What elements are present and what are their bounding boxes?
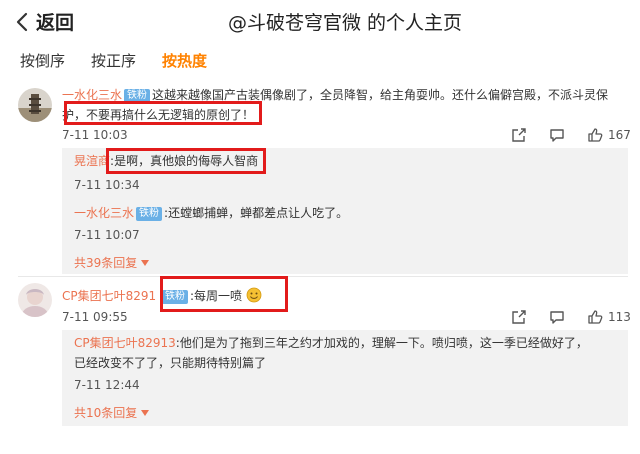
- comment-author[interactable]: 一水化三水: [62, 88, 122, 102]
- reply-line: CP集团七叶82913:他们是为了拖到三年之约才加戏的，理解一下。喷归喷，这一季…: [74, 336, 588, 350]
- page-title: @斗破苍穹官微 的个人主页: [228, 12, 463, 34]
- more-replies-link[interactable]: 共10条回复: [74, 404, 150, 421]
- comment-icon: [550, 311, 564, 324]
- fan-badge: 铁粉: [136, 207, 163, 221]
- share-button[interactable]: [511, 309, 527, 325]
- reply-author[interactable]: CP集团七叶82913: [74, 336, 176, 350]
- reply-time: 7-11 12:44: [74, 378, 140, 392]
- comment-time: 7-11 10:03: [62, 128, 128, 142]
- comment-author[interactable]: CP集团七叶8291: [62, 289, 156, 303]
- top-bar: 返回 @斗破苍穹官微 的个人主页: [0, 0, 640, 40]
- avatar-image: [18, 88, 52, 122]
- highlight-box: [106, 148, 266, 174]
- avatar[interactable]: [18, 283, 52, 317]
- thumbs-up-icon: [588, 310, 603, 324]
- comment-actions: 113: [511, 309, 631, 325]
- reply-text: 他们是为了拖到三年之约才加戏的，理解一下。喷归喷，这一季已经做好了，: [179, 336, 588, 350]
- like-count: 167: [608, 128, 631, 142]
- share-button[interactable]: [511, 127, 527, 143]
- comment-button[interactable]: [549, 309, 565, 325]
- comment-actions: 167: [511, 127, 631, 143]
- reply-time: 7-11 10:34: [74, 178, 140, 192]
- avatar[interactable]: [18, 88, 52, 122]
- more-replies-link[interactable]: 共39条回复: [74, 254, 150, 271]
- sort-tabs: 按倒序 按正序 按热度: [20, 50, 207, 71]
- reply-line: 一水化三水 铁粉:还螳螂捕蝉，蝉都差点让人吃了。: [74, 206, 349, 221]
- comment-time: 7-11 09:55: [62, 310, 128, 324]
- reply-line: 已经改变不了了，只能期待特别篇了: [74, 354, 266, 372]
- like-button[interactable]: 167: [587, 127, 631, 143]
- caret-down-icon: [141, 410, 150, 416]
- reply-author[interactable]: 一水化三水: [74, 206, 134, 220]
- share-icon: [512, 128, 526, 142]
- comment-button[interactable]: [549, 127, 565, 143]
- sort-tab-asc[interactable]: 按正序: [91, 50, 136, 71]
- back-label: 返回: [36, 12, 75, 34]
- caret-down-icon: [141, 260, 150, 266]
- more-replies-label: 共10条回复: [74, 406, 138, 420]
- divider: [18, 276, 628, 277]
- back-button[interactable]: 返回: [16, 8, 74, 35]
- like-count: 113: [608, 310, 631, 324]
- comment-icon: [550, 129, 564, 142]
- chevron-left-icon: [16, 12, 28, 31]
- thumbs-up-icon: [588, 128, 603, 142]
- highlight-box: [64, 101, 262, 125]
- sort-tab-hot[interactable]: 按热度: [162, 50, 207, 71]
- like-button[interactable]: 113: [587, 309, 631, 325]
- reply-time: 7-11 10:07: [74, 228, 140, 242]
- reply-author[interactable]: 晃渲商: [74, 154, 110, 168]
- avatar-image: [18, 283, 52, 317]
- sort-tab-desc[interactable]: 按倒序: [20, 50, 65, 71]
- reply-text-cont: 已经改变不了了，只能期待特别篇了: [74, 356, 267, 370]
- share-icon: [512, 310, 526, 324]
- highlight-box: [160, 276, 288, 312]
- more-replies-label: 共39条回复: [74, 256, 138, 270]
- reply-text: 还螳螂捕蝉，蝉都差点让人吃了。: [168, 206, 349, 220]
- comment-text: 这越来越像国产古装偶像剧了，全员降智，给主角耍帅。还什么偏僻宫殿，不派斗灵保: [152, 88, 609, 102]
